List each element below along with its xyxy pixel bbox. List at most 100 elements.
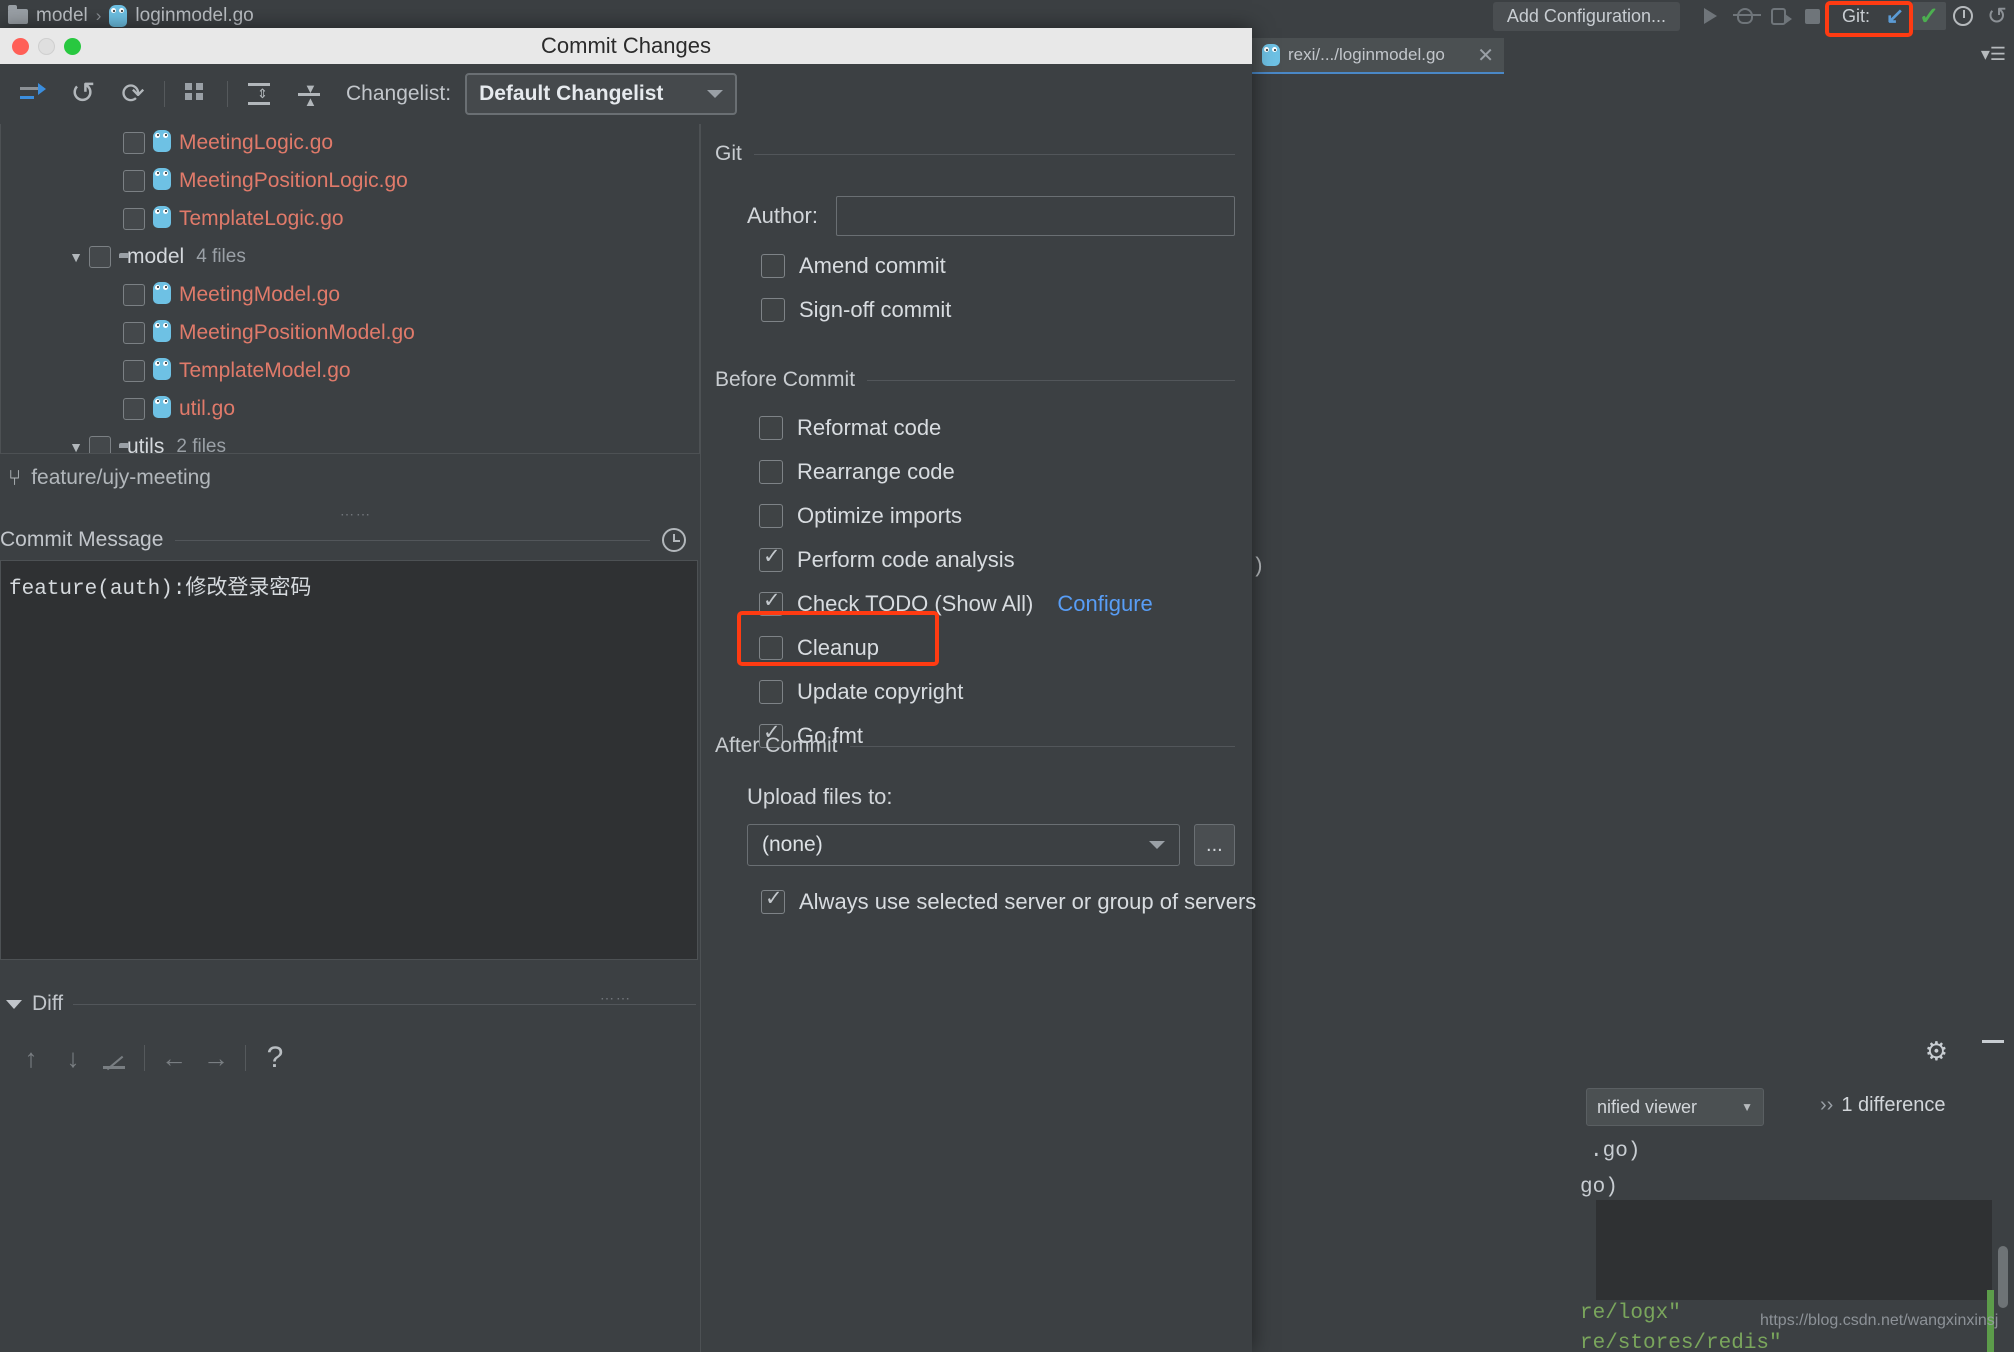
always-use-server-checkbox[interactable] <box>761 890 785 914</box>
clock-icon[interactable] <box>662 528 686 552</box>
tree-file-row[interactable]: TemplateModel.go <box>1 352 699 390</box>
go-file-icon <box>153 320 171 347</box>
show-diff-icon[interactable] <box>8 72 58 116</box>
go-file-icon <box>153 130 171 157</box>
splitter-grip[interactable]: ⋯⋯ <box>600 990 632 1007</box>
amend-commit-checkbox[interactable] <box>761 254 785 278</box>
revert-icon[interactable]: ↺ <box>58 72 108 116</box>
tree-item-checkbox[interactable] <box>123 284 145 306</box>
tree-item-checkbox[interactable] <box>89 246 111 268</box>
before-commit-option[interactable]: Cleanup <box>759 626 1235 670</box>
editor-dark-region <box>1596 1200 1992 1300</box>
tree-file-row[interactable]: util.go <box>1 390 699 428</box>
chevron-right-icon: ›› <box>1820 1094 1833 1116</box>
tree-item-label: model <box>127 245 184 269</box>
tree-file-row[interactable]: MeetingPositionLogic.go <box>1 162 699 200</box>
next-difference-icon[interactable]: ↓ <box>52 1037 94 1079</box>
tree-file-row[interactable]: MeetingPositionModel.go <box>1 314 699 352</box>
tree-item-checkbox[interactable] <box>123 398 145 420</box>
before-commit-option[interactable]: Update copyright <box>759 670 1235 714</box>
apply-right-icon[interactable]: → <box>195 1037 237 1079</box>
tree-item-file-count: 2 files <box>176 436 226 454</box>
tree-file-row[interactable]: TemplateLogic.go <box>1 200 699 238</box>
always-use-server-label: Always use selected server or group of s… <box>799 889 1256 915</box>
before-commit-checkbox[interactable] <box>759 416 783 440</box>
annotate-icon[interactable] <box>94 1037 136 1079</box>
breadcrumb-file[interactable]: loginmodel.go <box>135 5 253 27</box>
help-icon[interactable]: ? <box>254 1037 296 1079</box>
apply-left-icon[interactable]: ← <box>153 1037 195 1079</box>
collapse-panel-icon[interactable] <box>1982 1040 2004 1043</box>
update-project-icon[interactable]: ↙ <box>1878 2 1912 30</box>
run-with-coverage-icon[interactable] <box>1762 2 1796 30</box>
gear-icon[interactable]: ⚙ <box>1925 1036 1948 1067</box>
tree-item-label: MeetingModel.go <box>179 283 340 307</box>
signoff-commit-checkbox[interactable] <box>761 298 785 322</box>
before-commit-checkbox[interactable] <box>759 548 783 572</box>
expand-all-icon[interactable]: ⇕ <box>234 72 284 116</box>
breadcrumb[interactable]: model › loginmodel.go <box>0 5 254 27</box>
tree-directory-row[interactable]: ▼utils2 files <box>1 428 699 454</box>
go-file-icon <box>153 206 171 233</box>
tree-item-checkbox[interactable] <box>123 322 145 344</box>
branch-name: feature/ujy-meeting <box>31 466 211 490</box>
editor-tab-loginmodel[interactable]: rexi/.../loginmodel.go ✕ <box>1252 38 1504 74</box>
author-input[interactable] <box>836 196 1235 236</box>
tree-directory-row[interactable]: ▼model4 files <box>1 238 699 276</box>
diff-panel-toolbar: ⚙ <box>1560 1028 2014 1074</box>
debug-icon[interactable] <box>1728 2 1762 30</box>
upload-target-select[interactable]: (none) <box>747 824 1180 866</box>
run-button[interactable] <box>1694 2 1728 30</box>
toolbar-divider <box>227 81 228 107</box>
tree-item-checkbox[interactable] <box>89 436 111 454</box>
viewer-mode-value: nified viewer <box>1597 1097 1697 1118</box>
before-commit-checkbox[interactable] <box>759 636 783 660</box>
before-commit-option-label: Optimize imports <box>797 503 962 529</box>
signoff-commit-option[interactable]: Sign-off commit <box>761 288 1235 332</box>
before-commit-checkbox[interactable] <box>759 592 783 616</box>
commit-message-input[interactable]: feature(auth):修改登录密码 <box>0 560 698 960</box>
collapse-all-icon[interactable]: ▼▲ <box>284 72 334 116</box>
amend-commit-option[interactable]: Amend commit <box>761 244 1235 288</box>
scrollbar-thumb[interactable] <box>1998 1246 2008 1308</box>
chevron-down-icon <box>6 1000 22 1009</box>
after-commit-title: After Commit <box>715 734 838 758</box>
viewer-mode-select[interactable]: nified viewer ▼ <box>1586 1088 1764 1126</box>
changelist-select[interactable]: Default Changelist <box>465 73 737 115</box>
tree-item-checkbox[interactable] <box>123 132 145 154</box>
tree-item-checkbox[interactable] <box>123 360 145 382</box>
go-file-icon <box>153 168 171 195</box>
before-commit-option[interactable]: Reformat code <box>759 406 1235 450</box>
breadcrumb-folder[interactable]: model <box>36 5 88 27</box>
close-icon[interactable]: ✕ <box>1477 43 1494 68</box>
before-commit-option[interactable]: Perform code analysis <box>759 538 1235 582</box>
rollback-icon[interactable]: ↺ <box>1980 2 2014 30</box>
go-gopher-icon <box>153 168 171 190</box>
previous-difference-icon[interactable]: ↑ <box>10 1037 52 1079</box>
diff-section-header[interactable]: Diff <box>0 984 700 1024</box>
tab-list-menu-icon[interactable]: ▾☰ <box>1981 44 2006 65</box>
tree-file-row[interactable]: MeetingModel.go <box>1 276 699 314</box>
before-commit-checkbox[interactable] <box>759 504 783 528</box>
before-commit-option[interactable]: Check TODO (Show All)Configure <box>759 582 1235 626</box>
before-commit-option[interactable]: Optimize imports <box>759 494 1235 538</box>
go-gopher-icon <box>153 282 171 304</box>
group-by-icon[interactable] <box>171 72 221 116</box>
tree-file-row[interactable]: MeetingLogic.go <box>1 124 699 162</box>
history-icon[interactable] <box>1946 2 1980 30</box>
commit-icon[interactable]: ✓ <box>1912 2 1946 30</box>
before-commit-title: Before Commit <box>715 368 855 392</box>
tree-item-checkbox[interactable] <box>123 170 145 192</box>
refresh-icon[interactable]: ⟳ <box>108 72 158 116</box>
before-commit-checkbox[interactable] <box>759 460 783 484</box>
tree-item-label: util.go <box>179 397 235 421</box>
browse-button[interactable]: ... <box>1194 824 1235 866</box>
stop-icon[interactable] <box>1796 2 1830 30</box>
add-configuration-button[interactable]: Add Configuration... <box>1493 2 1680 31</box>
tree-item-checkbox[interactable] <box>123 208 145 230</box>
before-commit-checkbox[interactable] <box>759 680 783 704</box>
changed-files-tree[interactable]: MeetingLogic.goMeetingPositionLogic.goTe… <box>0 124 700 454</box>
before-commit-option[interactable]: Rearrange code <box>759 450 1235 494</box>
always-use-server-option[interactable]: Always use selected server or group of s… <box>761 880 1235 924</box>
configure-link[interactable]: Configure <box>1057 591 1152 617</box>
